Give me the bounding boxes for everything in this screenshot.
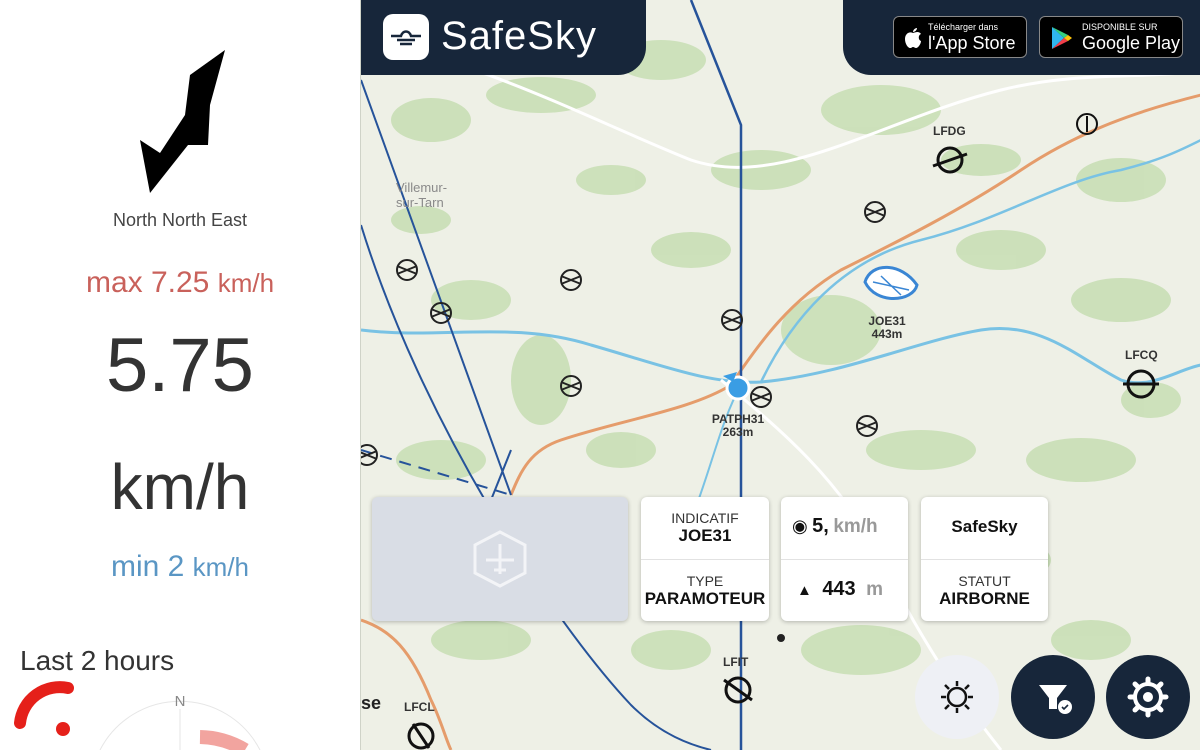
source-status-card: SafeSky STATUT AIRBORNE [921, 497, 1048, 621]
wind-min-unit: km/h [192, 552, 250, 582]
speed-altitude-card: ◉ 5, km/h ▲ 443 m [781, 497, 908, 621]
wind-max-value: max 7.25 [85, 266, 210, 299]
speed-unit: km/h [833, 516, 878, 537]
speedometer-icon: ◉ [792, 516, 808, 536]
brand-name: SafeSky [441, 14, 597, 58]
map-view[interactable]: Villemur- sur-Tarn se LFDG LFCQ LFIT LFC… [360, 0, 1200, 750]
town-line-2: sur-Tarn [396, 195, 444, 210]
wind-max: max 7.25 km/h [0, 266, 360, 300]
googleplay-label: Google Play [1082, 33, 1181, 53]
store-badges: Télécharger dans l'App Store DISPONIBLE … [843, 0, 1200, 75]
google-play-button[interactable]: DISPONIBLE SUR Google Play [1039, 16, 1183, 58]
compass-north-label: N [175, 693, 186, 710]
card-divider [781, 559, 908, 560]
apple-icon [905, 28, 921, 48]
town-label-villemur: Villemur- sur-Tarn [396, 180, 447, 210]
settings-button[interactable] [1106, 655, 1190, 739]
altitude-value: 443 [822, 578, 856, 600]
wind-panel: North North East max 7.25 km/h 5.75 km/h… [0, 0, 360, 750]
card-divider [921, 559, 1048, 560]
mountain-icon: ▲ [797, 582, 812, 599]
source-value: SafeSky [951, 517, 1018, 536]
wind-direction-arrow-icon [140, 50, 225, 193]
safesky-logo-icon [383, 14, 429, 60]
filter-button[interactable] [1011, 655, 1095, 739]
wind-speed-unit: km/h [110, 451, 250, 523]
appstore-caption: Télécharger dans [928, 22, 999, 32]
crosshair-icon [941, 681, 973, 713]
airfield-label-lfcl[interactable]: LFCL [404, 701, 435, 714]
type-key: TYPE [686, 573, 724, 589]
type-value: PARAMOTEUR [644, 589, 766, 608]
callsign-key: INDICATIF [671, 510, 739, 526]
aircraft-photo-placeholder [372, 497, 628, 621]
recenter-button[interactable] [915, 655, 999, 739]
app-root: North North East max 7.25 km/h 5.75 km/h… [0, 0, 1200, 750]
speed-value: 5, [812, 515, 829, 537]
gear-icon [1127, 676, 1169, 718]
altitude-unit: m [866, 579, 884, 600]
wind-max-unit: km/h [217, 268, 275, 298]
callsign-value: JOE31 [678, 526, 732, 545]
card-divider [641, 559, 769, 560]
filter-icon [1039, 685, 1072, 714]
airfield-label-lfit[interactable]: LFIT [723, 656, 748, 669]
aircraft-label-joe31[interactable]: JOE31 443m [861, 315, 913, 341]
wind-min-value: min 2 [110, 550, 185, 583]
aircraft-placeholder-icon [473, 530, 527, 588]
aircraft-altitude: 263m [722, 425, 754, 439]
wind-direction-label: North North East [112, 210, 248, 230]
app-store-button[interactable]: Télécharger dans l'App Store [893, 16, 1027, 58]
appstore-label: l'App Store [928, 33, 1016, 53]
airfield-label-lfdg[interactable]: LFDG [933, 125, 966, 138]
airfield-label-lfcq[interactable]: LFCQ [1125, 349, 1158, 362]
history-title: Last 2 hours [20, 645, 175, 676]
brand-header: SafeSky [361, 0, 646, 75]
google-play-icon [1052, 27, 1072, 49]
wind-history-compass: N [14, 681, 261, 750]
town-line-1: Villemur- [396, 180, 448, 195]
callsign-type-card: INDICATIF JOE31 TYPE PARAMOTEUR [641, 497, 769, 621]
aircraft-altitude: 443m [871, 327, 903, 341]
status-key: STATUT [958, 573, 1011, 589]
googleplay-caption: DISPONIBLE SUR [1082, 22, 1158, 32]
wind-speed-value: 5.75 [106, 323, 254, 408]
aircraft-label-patph31[interactable]: PATPH31 263m [708, 413, 768, 439]
wind-min: min 2 km/h [0, 550, 360, 584]
status-value: AIRBORNE [939, 589, 1030, 608]
map-canvas [361, 0, 1200, 750]
town-label-partial: se [361, 693, 382, 713]
